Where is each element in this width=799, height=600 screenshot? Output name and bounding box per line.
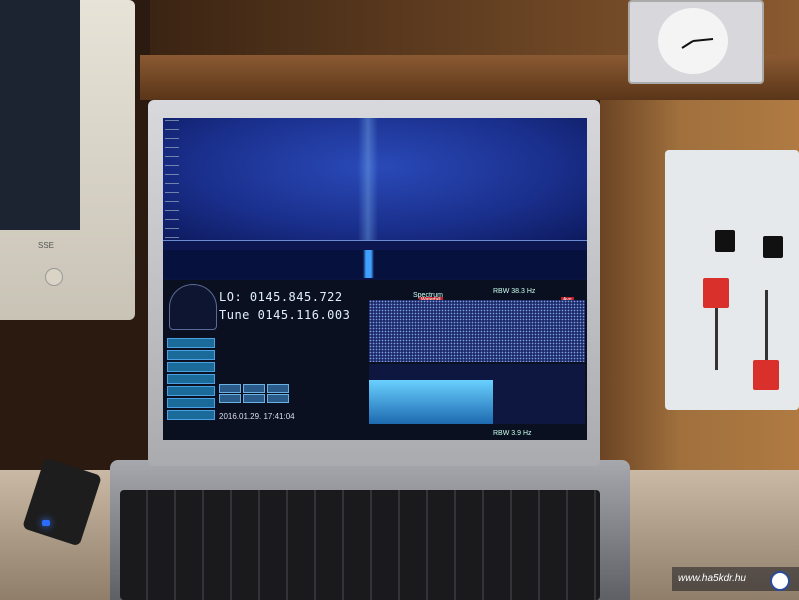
waterfall-display [163,118,587,240]
mode-button[interactable] [219,384,241,393]
mode-button[interactable] [219,394,241,403]
monitor-power-button [45,268,63,286]
tune-label: Tune [219,308,250,322]
lo-value: 0145.845.722 [249,290,343,304]
lo-label: LO: [219,290,243,304]
tune-frequency: Tune 0145.116.003 [219,308,350,322]
date-time-readout: 2016.01.29. 17:41:04 [219,412,295,421]
zoom-waterfall [369,300,585,362]
mode-button[interactable] [267,384,289,393]
toggle-switch [763,236,783,258]
alarm-clock [628,0,764,84]
laptop-keyboard [120,490,600,600]
spectrum-label: Spectrum [413,292,443,299]
mode-button[interactable] [243,384,265,393]
side-button[interactable] [167,350,215,360]
control-panel: LO: 0145.845.722 Tune 0145.116.003 2016.… [163,280,587,440]
spectrum-display [163,250,587,278]
rbw-top: RBW 38.3 Hz [493,288,536,295]
clock-face [658,8,728,74]
mode-button[interactable] [243,394,265,403]
s-meter-gauge [169,284,217,330]
lo-frequency: LO: 0145.845.722 [219,290,343,304]
monitor-brand-logo: SSE [38,241,55,250]
audio-mixer-panel [665,150,799,410]
mode-button[interactable] [267,394,289,403]
monitor-screen [0,0,80,230]
clock-hands-icon [681,38,714,49]
crt-monitor: SSE [0,0,135,320]
fader-knob [703,278,729,308]
zoom-spectrum-fill [369,380,493,424]
tune-value: 0145.116.003 [257,308,351,322]
fader-knob [753,360,779,390]
side-button[interactable] [167,362,215,372]
side-button[interactable] [167,386,215,396]
toggle-switch [715,230,735,252]
side-button[interactable] [167,410,215,420]
led-indicator [42,520,50,526]
waterfall-timestamps [165,120,179,238]
side-button[interactable] [167,374,215,384]
sdr-screen: LO: 0145.845.722 Tune 0145.116.003 2016.… [163,118,587,440]
zoom-spectrum [369,364,585,424]
club-logo-icon [770,571,790,591]
side-button[interactable] [167,398,215,408]
side-button[interactable] [167,338,215,348]
rbw-bottom: RBW 3.9 Hz [493,430,532,437]
